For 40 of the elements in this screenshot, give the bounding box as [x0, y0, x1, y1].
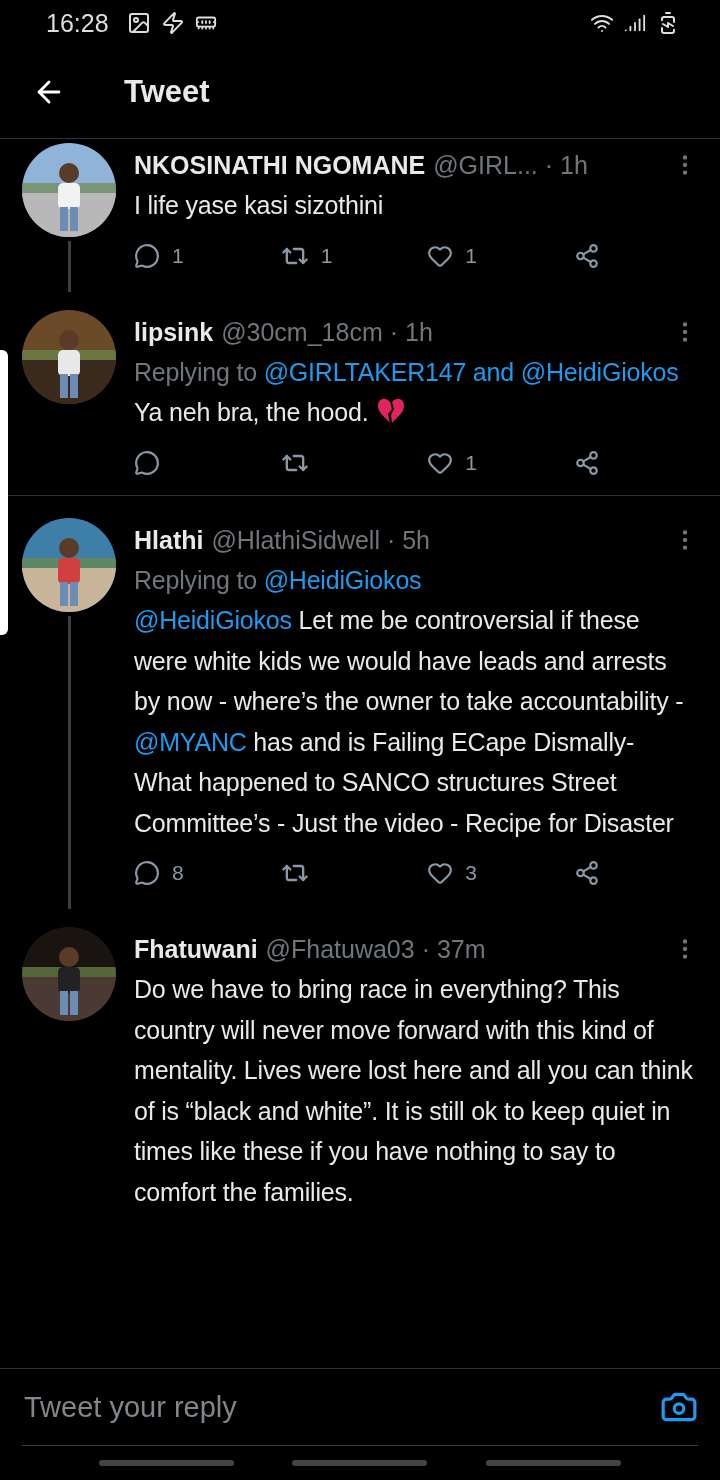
- author-name: Fhatuwani: [134, 934, 258, 965]
- tweet-text: Ya neh bra, the hood.: [134, 392, 698, 433]
- replying-to-text: Replying to @GIRLTAKER147 and @HeidiGiokos: [134, 356, 680, 388]
- reply-icon: [134, 242, 160, 269]
- mention-link[interactable]: @HeidiGiokos: [134, 606, 292, 634]
- mention-link[interactable]: @HeidiGiokos: [520, 357, 679, 386]
- share-icon: [573, 449, 600, 476]
- edge-panel-handle[interactable]: [0, 350, 8, 635]
- like-button[interactable]: 1: [427, 241, 524, 270]
- mention-link[interactable]: and: [472, 357, 514, 386]
- like-button[interactable]: 1: [427, 448, 524, 477]
- share-icon: [573, 242, 600, 269]
- signal-icon: [624, 12, 646, 34]
- reply-icon: [134, 860, 160, 886]
- replying-to-text: Replying to @HeidiGiokos: [134, 564, 423, 596]
- share-icon: [573, 860, 600, 886]
- mention-link[interactable]: @MYANC: [134, 727, 247, 756]
- author-handle: @Fhatuwa03 · 37m: [265, 934, 486, 965]
- tweet-text: I life yase kasi sizothini: [134, 190, 385, 221]
- reply-button[interactable]: 8: [134, 859, 230, 887]
- author-name: NKOSINATHI NGOMANE: [134, 150, 426, 181]
- mention-link[interactable]: @GIRLTAKER147: [263, 357, 467, 386]
- like-button[interactable]: 3: [427, 859, 524, 887]
- reply-button[interactable]: 1: [134, 241, 230, 270]
- status-time: 16:28: [46, 8, 109, 38]
- reply-icon: [134, 449, 160, 476]
- mention-link[interactable]: @HeidiGiokos: [263, 565, 422, 594]
- reply-field[interactable]: Tweet your reply: [22, 1389, 660, 1425]
- author-name: lipsink: [134, 316, 214, 348]
- image-icon: [126, 11, 151, 35]
- bolt-icon: [160, 11, 185, 35]
- tweet-text: @HeidiGiokos Let me be controversial if these were white kids we would have leads and arrests by now - where’s the owner to take accountability - @MYANC has and is Failing ECape Dismally- What happened to SANCO structures Street Committee’s - Just the video - Recipe for Disaster: [134, 605, 685, 839]
- tweet-text: Do we have to bring race in everything? This country will never move forward with this kind of mentality. Lives were lost here and all you can think of is “black and white”. It is still ok to keep quiet in times like these if you have nothing to say to comfort the families.: [134, 974, 694, 1208]
- author-handle: @GIRL... · 1h: [433, 150, 588, 181]
- author-handle: @30cm_18cm · 1h: [221, 316, 433, 348]
- author-handle: @HlathiSidwell · 5h: [211, 524, 430, 556]
- retweet-button[interactable]: 1: [280, 241, 377, 270]
- heart-icon: [427, 860, 454, 886]
- author-name: Hlathi: [134, 524, 204, 556]
- page-title: Tweet: [124, 74, 210, 110]
